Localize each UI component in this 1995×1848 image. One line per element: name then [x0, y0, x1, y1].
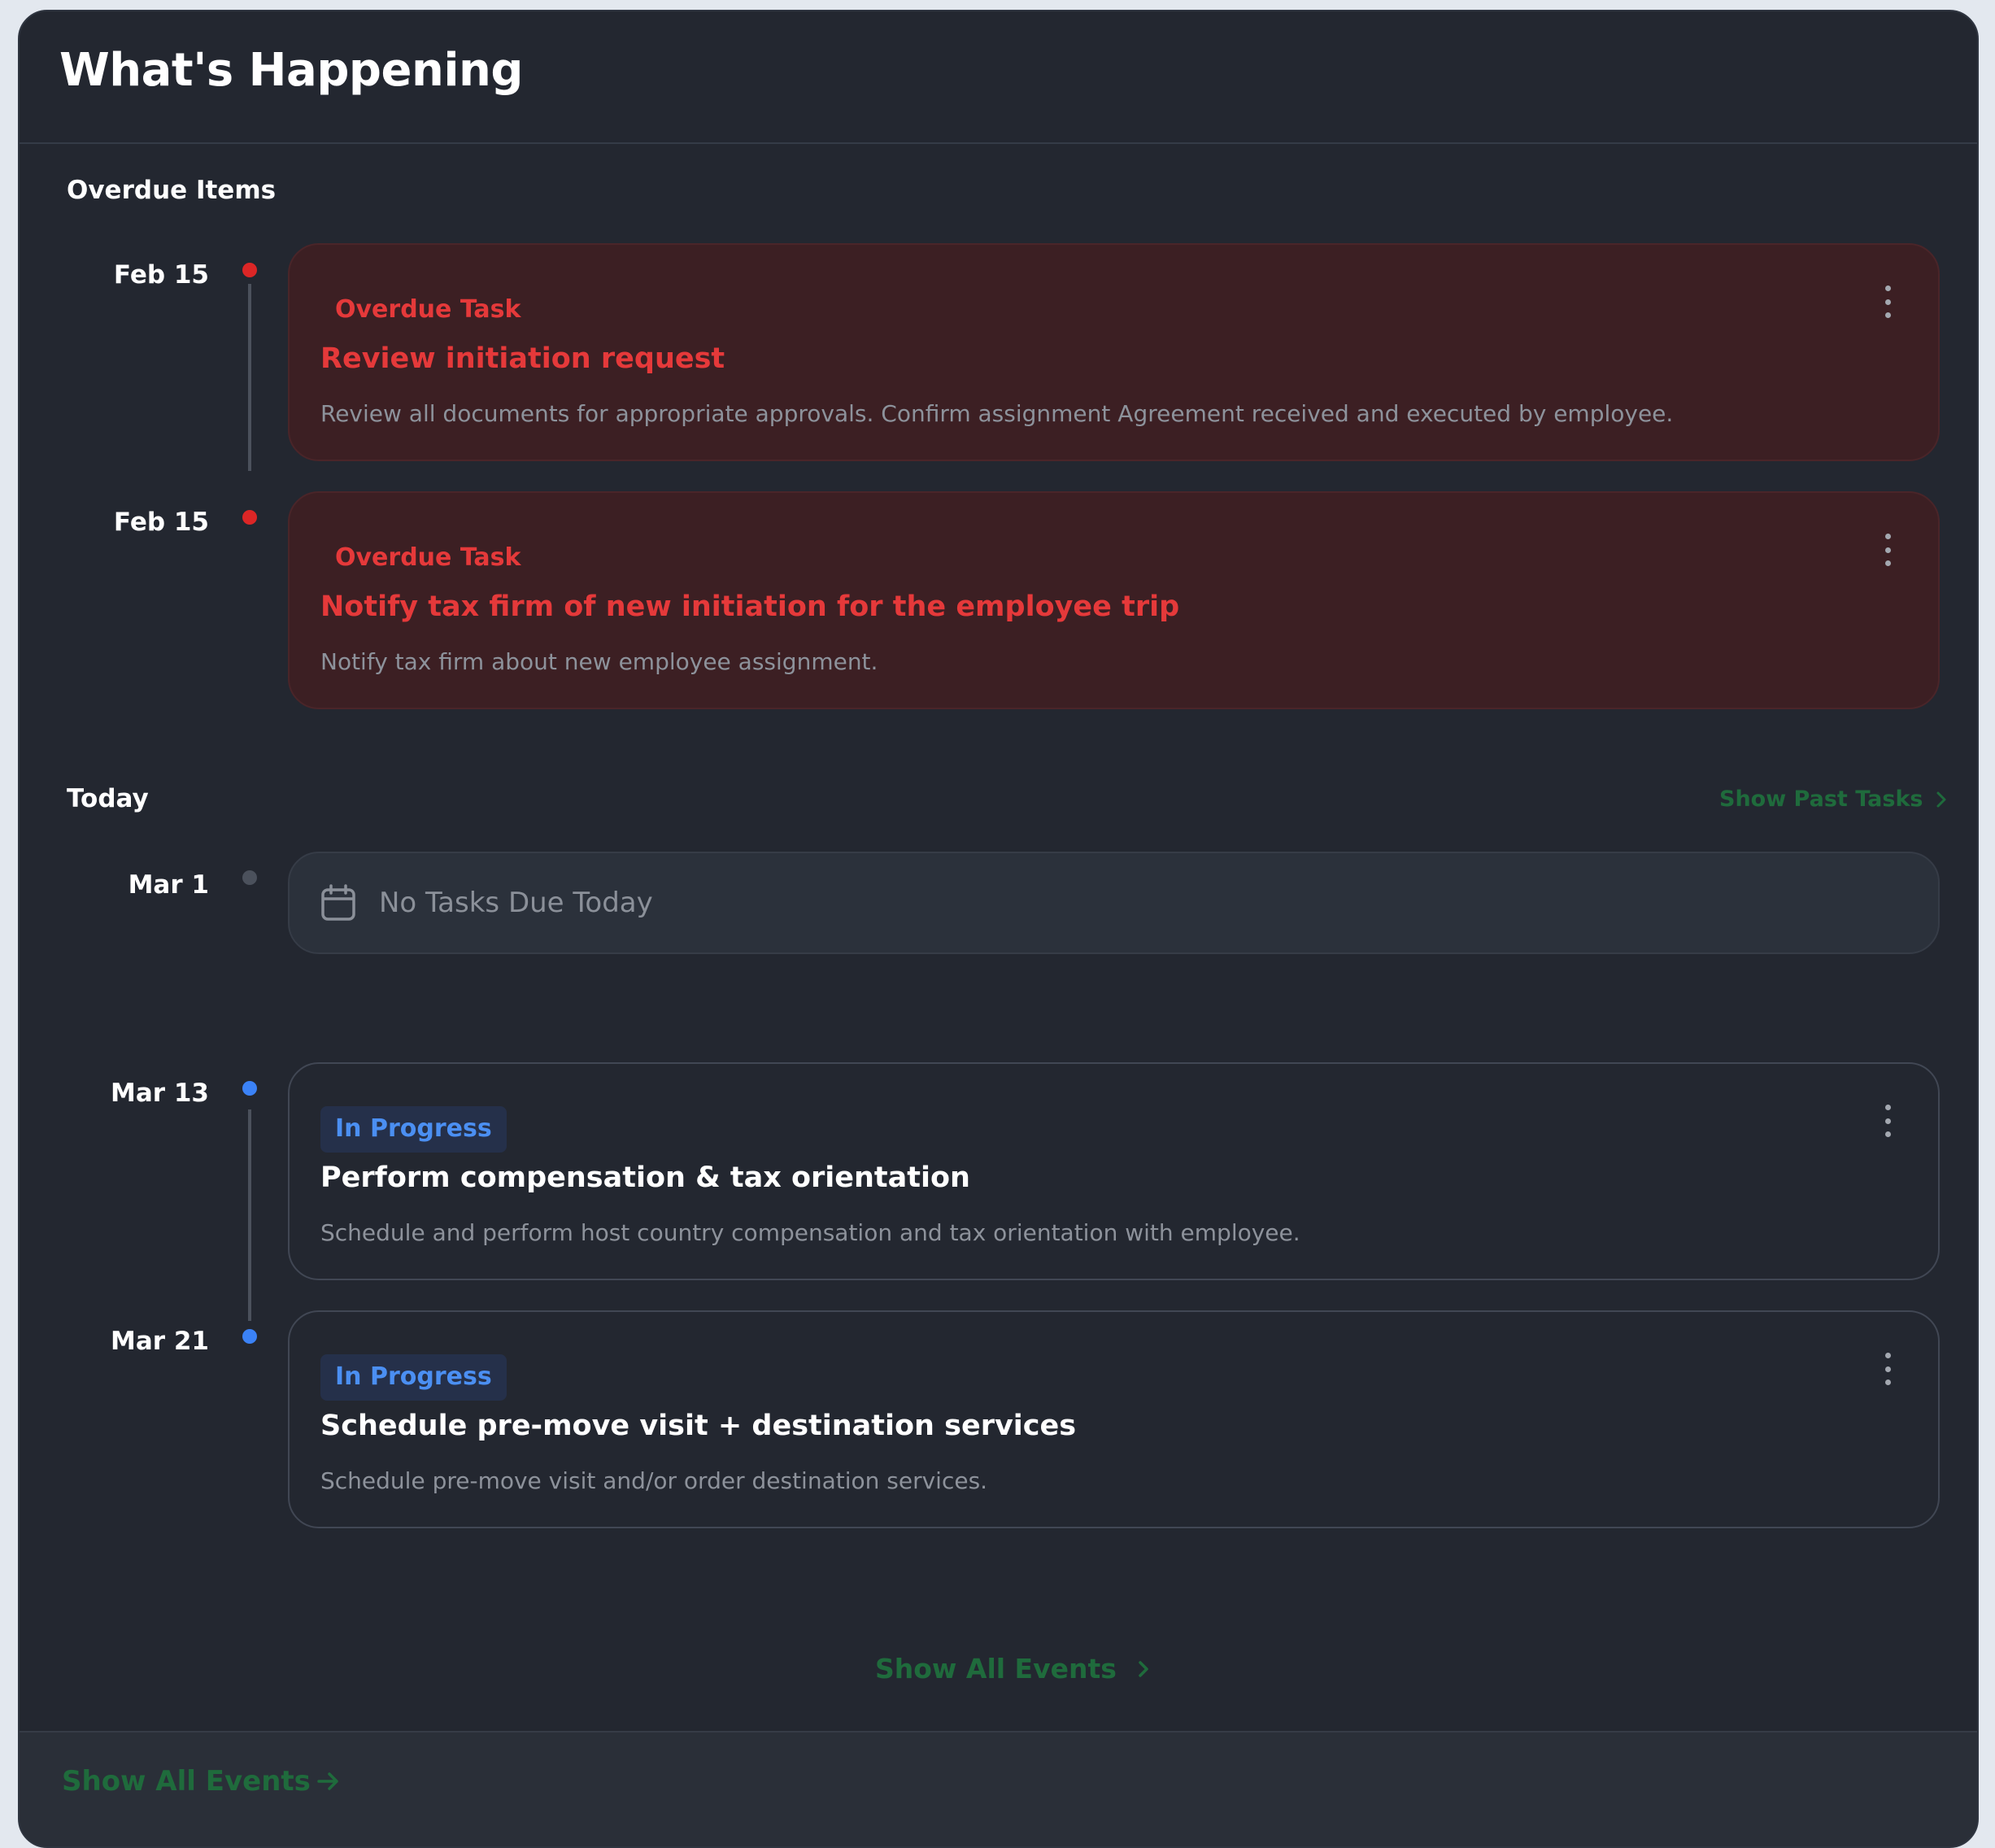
in-progress-task-card[interactable]: In Progress Perform compensation & tax o…	[288, 1062, 1940, 1280]
timeline-date: Mar 21	[111, 1327, 209, 1356]
status-badge: Overdue Task	[335, 543, 521, 572]
timeline-dot-overdue	[242, 510, 257, 525]
status-badge: Overdue Task	[335, 295, 521, 324]
timeline-connector	[248, 284, 251, 471]
overdue-task-card[interactable]: Overdue Task Notify tax firm of new init…	[288, 491, 1940, 709]
task-description: Review all documents for appropriate app…	[320, 400, 1674, 427]
no-tasks-text: No Tasks Due Today	[379, 887, 653, 919]
timeline-date: Feb 15	[113, 260, 209, 290]
timeline-dot-overdue	[242, 263, 257, 277]
show-past-tasks-label: Show Past Tasks	[1719, 787, 1923, 812]
task-title: Schedule pre-move visit + destination se…	[320, 1410, 1077, 1442]
show-past-tasks-link[interactable]: Show Past Tasks	[1719, 787, 1950, 812]
calendar-icon	[321, 884, 355, 921]
timeline-date: Mar 1	[128, 870, 209, 900]
panel-footer: Show All Events	[20, 1731, 1977, 1846]
chevron-right-icon	[1139, 1660, 1148, 1677]
task-title: Review initiation request	[320, 342, 725, 375]
section-label-overdue: Overdue Items	[67, 176, 277, 205]
in-progress-task-card[interactable]: In Progress Schedule pre-move visit + de…	[288, 1310, 1940, 1528]
show-all-events-link[interactable]: Show All Events	[875, 1653, 1154, 1685]
kebab-menu-icon[interactable]	[1880, 285, 1896, 318]
timeline-date: Feb 15	[113, 508, 209, 537]
timeline-dot-today	[242, 870, 257, 885]
task-description: Schedule and perform host country compen…	[320, 1219, 1300, 1246]
task-title: Notify tax firm of new initiation for th…	[320, 591, 1180, 623]
status-badge: In Progress	[320, 1106, 507, 1153]
chevron-right-icon	[1936, 791, 1946, 807]
status-badge: In Progress	[320, 1354, 507, 1401]
whats-happening-panel: What's Happening Overdue Items Feb 15 Ov…	[18, 10, 1979, 1848]
arrow-right-icon	[317, 1772, 338, 1790]
task-description: Notify tax firm about new employee assig…	[320, 648, 878, 675]
show-all-events-label: Show All Events	[875, 1653, 1117, 1685]
kebab-menu-icon[interactable]	[1880, 1353, 1896, 1385]
panel-header: What's Happening	[20, 11, 1977, 144]
task-title: Perform compensation & tax orientation	[320, 1162, 970, 1194]
kebab-menu-icon[interactable]	[1880, 534, 1896, 566]
task-description: Schedule pre-move visit and/or order des…	[320, 1467, 988, 1494]
section-label-today: Today	[67, 784, 149, 813]
footer-show-all-events-label: Show All Events	[62, 1765, 311, 1798]
footer-show-all-events-link[interactable]: Show All Events	[62, 1765, 342, 1798]
timeline-dot-in-progress	[242, 1329, 257, 1344]
no-tasks-card: No Tasks Due Today	[288, 852, 1940, 954]
panel-title: What's Happening	[59, 44, 524, 97]
kebab-menu-icon[interactable]	[1880, 1105, 1896, 1137]
timeline-dot-in-progress	[242, 1081, 257, 1096]
overdue-task-card[interactable]: Overdue Task Review initiation request R…	[288, 243, 1940, 461]
timeline-connector	[248, 1109, 251, 1321]
timeline-date: Mar 13	[111, 1079, 209, 1108]
